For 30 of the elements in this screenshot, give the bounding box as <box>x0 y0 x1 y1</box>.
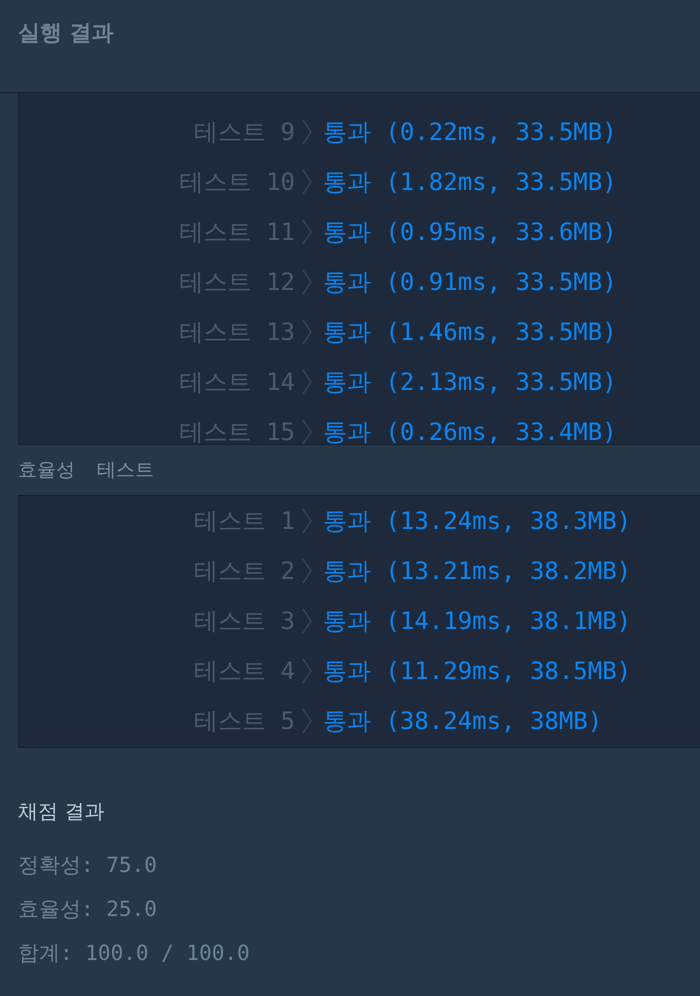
chevron-icon <box>302 169 312 195</box>
chevron-icon <box>302 119 312 145</box>
chevron-icon <box>302 319 312 345</box>
section-title: 효율성 테스트 <box>18 458 156 483</box>
test-result: 통과 (0.91ms, 33.5MB) <box>322 267 618 298</box>
test-result: 통과 (1.82ms, 33.5MB) <box>322 167 618 198</box>
test-result: 통과 (13.24ms, 38.3MB) <box>322 506 632 537</box>
chevron-icon <box>302 708 312 734</box>
test-result: 통과 (14.19ms, 38.1MB) <box>322 606 632 637</box>
test-result: 통과 (0.22ms, 33.5MB) <box>322 117 618 148</box>
panel-title: 실행 결과 <box>18 21 114 46</box>
chevron-icon <box>302 219 312 245</box>
chevron-icon <box>302 419 312 445</box>
chevron-icon <box>302 269 312 295</box>
chevron-icon <box>302 508 312 534</box>
score-line: 효율성: 25.0 <box>18 896 158 923</box>
chevron-icon <box>302 608 312 634</box>
grading-title: 채점 결과 <box>18 798 106 825</box>
chevron-icon <box>302 369 312 395</box>
test-result: 통과 (13.21ms, 38.2MB) <box>322 556 632 587</box>
chevron-icon <box>302 658 312 684</box>
test-result: 통과 (1.46ms, 33.5MB) <box>322 317 618 348</box>
test-result: 통과 (2.13ms, 33.5MB) <box>322 367 618 398</box>
score-line: 정확성: 75.0 <box>18 852 158 879</box>
score-line: 합계: 100.0 / 100.0 <box>18 940 251 967</box>
chevron-icon <box>302 558 312 584</box>
test-result: 통과 (0.95ms, 33.6MB) <box>322 217 618 248</box>
test-result: 통과 (11.29ms, 38.5MB) <box>322 656 632 687</box>
test-result: 통과 (38.24ms, 38MB) <box>322 706 604 737</box>
test-result: 통과 (0.26ms, 33.4MB) <box>322 417 618 448</box>
